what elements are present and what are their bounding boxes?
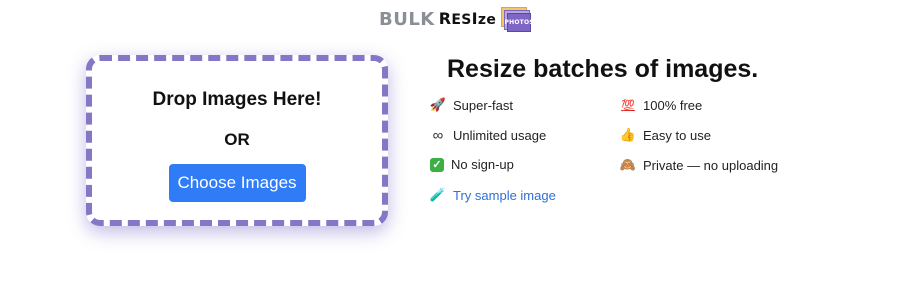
thumbs-up-icon: 👍 bbox=[619, 127, 637, 142]
see-no-evil-monkey-icon: 🙈 bbox=[619, 157, 637, 172]
feature-label: 100% free bbox=[643, 97, 703, 113]
sample-image-item[interactable]: 🧪 Try sample image bbox=[430, 187, 556, 203]
check-mark-icon: ✓ bbox=[430, 157, 444, 172]
feature-item-super-fast: Super-fast bbox=[430, 97, 513, 113]
test-tube-icon: 🧪 bbox=[429, 187, 447, 202]
feature-label: Private — no uploading bbox=[643, 157, 779, 173]
choose-images-button[interactable]: Choose Images bbox=[168, 164, 306, 202]
try-sample-image-link[interactable]: Try sample image bbox=[453, 188, 556, 203]
feature-item-easy: 👍 Easy to use bbox=[620, 127, 711, 143]
feature-label: No sign-up bbox=[451, 157, 514, 172]
logo-resize-text: RESIze bbox=[438, 9, 497, 28]
logo-bulk-text: BULK bbox=[379, 9, 435, 30]
feature-item-unlimited: ∞ Unlimited usage bbox=[430, 126, 547, 144]
infinity-icon: ∞ bbox=[432, 126, 444, 144]
feature-item-free: 💯 100% free bbox=[620, 97, 702, 113]
hundred-points-icon: 💯 bbox=[621, 99, 635, 112]
page-headline: Resize batches of images. bbox=[447, 55, 759, 83]
app-logo: BULK RESIze PHOTOS bbox=[379, 4, 534, 34]
drop-zone-title: Drop Images Here! bbox=[152, 89, 322, 110]
photos-stack-icon: PHOTOS bbox=[498, 4, 534, 34]
image-drop-zone[interactable]: Drop Images Here! OR Choose Images bbox=[86, 55, 388, 226]
or-separator: OR bbox=[224, 130, 250, 149]
feature-item-no-signup: ✓ No sign-up bbox=[430, 157, 514, 172]
feature-label: Unlimited usage bbox=[453, 127, 547, 143]
feature-item-private: 🙈 Private — no uploading bbox=[620, 157, 778, 173]
rocket-icon bbox=[430, 97, 446, 113]
feature-label: Super-fast bbox=[453, 97, 513, 113]
feature-label: Easy to use bbox=[643, 127, 711, 143]
